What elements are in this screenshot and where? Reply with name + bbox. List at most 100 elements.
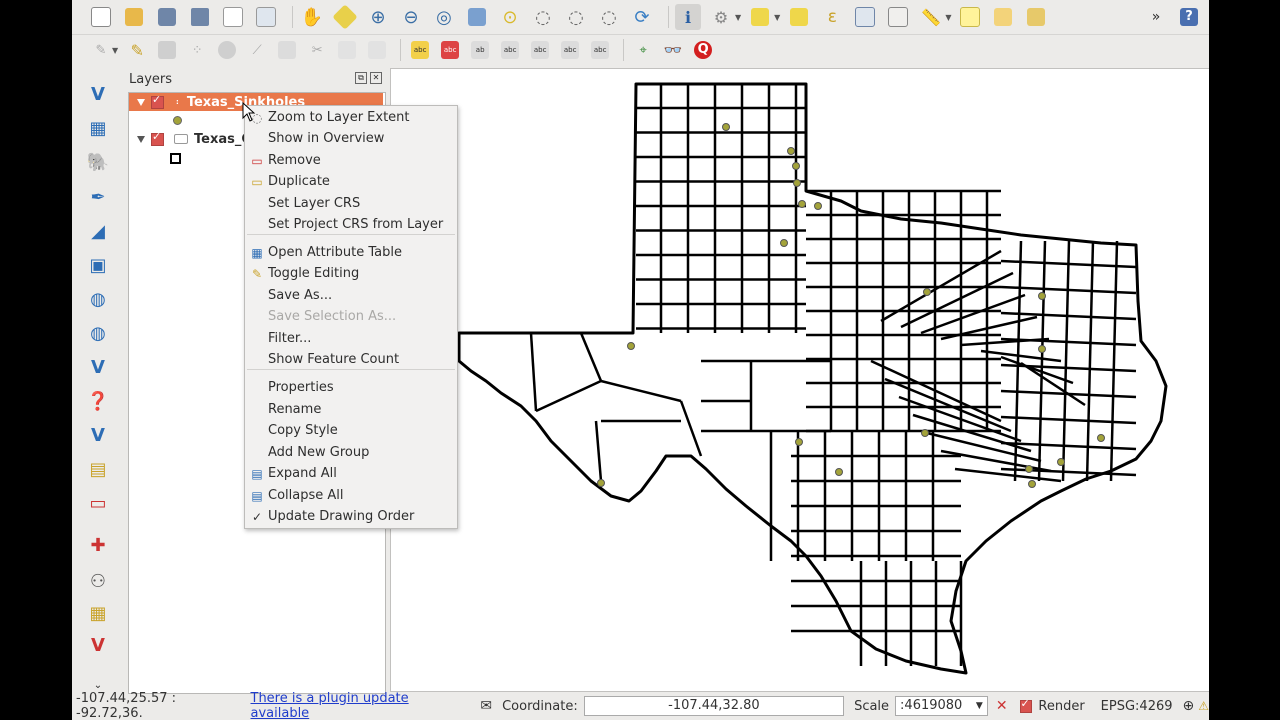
add-vector-layer-icon[interactable]: V [85,81,111,107]
coordinate-field[interactable]: -107.44,32.80 [583,696,845,716]
menu-item-open-attribute-table[interactable]: ▦ Open Attribute Table [245,242,457,263]
help-icon[interactable]: ? [1176,4,1202,30]
menu-item-rename[interactable]: Rename [245,399,457,420]
menu-item-filter[interactable]: Filter... [245,328,457,349]
open-project-icon[interactable] [121,4,147,30]
zoom-full-icon[interactable] [464,4,490,30]
menu-item-update-drawing-order[interactable]: ✓ Update Drawing Order [245,506,457,527]
add-wfs-layer-icon[interactable]: V [85,354,111,380]
select-features-icon[interactable] [747,4,773,30]
new-bookmark-icon[interactable] [990,4,1016,30]
add-spatialite-layer-icon[interactable]: ✒ [85,184,111,210]
crs-status[interactable]: EPSG:4269 [1101,699,1173,714]
save-project-icon[interactable] [154,4,180,30]
menu-item-set-project-crs-from-layer[interactable]: Set Project CRS from Layer [245,214,457,235]
delete-selected-icon[interactable] [274,37,300,63]
zoom-in-icon[interactable]: ⊕ [365,4,391,30]
virtual-layer-icon[interactable]: V [85,632,111,658]
menu-item-copy-style[interactable]: Copy Style [245,420,457,441]
attribute-table-icon[interactable] [852,4,878,30]
add-wms-layer-icon[interactable]: ◍ [85,286,111,312]
refresh-icon[interactable]: ⟳ [629,4,655,30]
expression-icon[interactable]: ε [819,4,845,30]
cut-features-icon[interactable]: ✂ [304,37,330,63]
menu-item-add-new-group[interactable]: Add New Group [245,442,457,463]
pan-to-selection-icon[interactable] [332,4,358,30]
label-properties-icon[interactable]: abc [587,37,613,63]
digitize-icon[interactable]: ⚇ [85,568,111,594]
quick-osm-icon[interactable]: Q [690,37,716,63]
action-icon[interactable]: ⚙ [708,4,734,30]
add-gpx-icon[interactable]: ✚ [85,532,111,558]
add-wcs-layer-icon[interactable]: ◍ [85,320,111,346]
label-tool-icon[interactable]: abc [407,37,433,63]
menu-item-properties[interactable]: Properties [245,377,457,398]
add-oracle-layer-icon[interactable]: ▣ [85,252,111,278]
scale-combobox[interactable]: :4619080 ▼ [895,696,988,716]
georef-icon[interactable]: ⌖ [630,37,656,63]
toolbar-overflow-icon[interactable]: » [1143,4,1169,30]
composer-manager-icon[interactable] [253,4,279,30]
new-shapefile-icon[interactable]: V [85,422,111,448]
label-move-icon[interactable]: ab [467,37,493,63]
statistics-icon[interactable] [885,4,911,30]
move-feature-icon[interactable] [214,37,240,63]
paste-features-icon[interactable] [364,37,390,63]
add-postgis-layer-icon[interactable]: 🐘 [85,149,111,175]
layer-visibility-checkbox[interactable] [151,93,164,109]
map-tips-icon[interactable] [957,4,983,30]
plugin-update-link[interactable]: There is a plugin update available [251,691,469,720]
remove-layer-icon[interactable]: ▭ [85,490,111,516]
save-edits-icon[interactable] [154,37,180,63]
stop-render-icon[interactable]: ✕ [996,698,1008,714]
texas-counties-map[interactable] [391,69,1209,691]
float-panel-icon[interactable]: ⧉ [355,72,367,84]
add-feature-icon[interactable]: ⁘ [184,37,210,63]
show-bookmarks-icon[interactable] [1023,4,1049,30]
merge-icon[interactable]: ▦ [85,600,111,626]
zoom-layer-icon[interactable]: ◌ [530,4,556,30]
label-change-icon[interactable]: abc [557,37,583,63]
save-as-icon[interactable] [187,4,213,30]
new-project-icon[interactable] [88,4,114,30]
node-tool-icon[interactable]: ⟋ [244,37,270,63]
pan-hand-icon[interactable]: ✋ [299,4,325,30]
add-mssql-layer-icon[interactable]: ◢ [85,218,111,244]
menu-item-save-as[interactable]: Save As... [245,285,457,306]
render-checkbox[interactable] [1019,697,1033,713]
zoom-last-icon[interactable]: ◌ [563,4,589,30]
new-spatialite-icon[interactable]: ▤ [85,456,111,482]
label-rotate-icon[interactable]: abc [527,37,553,63]
crs-globe-icon[interactable]: ⊕ [1183,698,1195,714]
new-print-composer-icon[interactable] [220,4,246,30]
map-canvas[interactable] [390,68,1209,692]
menu-item-toggle-editing[interactable]: ✎ Toggle Editing [245,263,457,284]
zoom-native-icon[interactable]: ◎ [431,4,457,30]
add-raster-layer-icon[interactable]: ▦ [85,115,111,141]
menu-item-show-in-overview[interactable]: Show in Overview [245,128,457,149]
menu-item-expand-all[interactable]: ▤ Expand All [245,463,457,484]
binoculars-icon[interactable]: 👓 [660,37,686,63]
zoom-selection-icon[interactable]: ⊙ [497,4,523,30]
warning-icon[interactable]: ⚠ [1198,699,1209,713]
menu-item-remove[interactable]: ▭ Remove [245,150,457,171]
menu-item-duplicate[interactable]: ▭ Duplicate [245,171,457,192]
menu-item-set-layer-crs[interactable]: Set Layer CRS [245,193,457,214]
menu-item-collapse-all[interactable]: ▤ Collapse All [245,485,457,506]
expand-arrow-icon[interactable] [137,98,145,106]
expand-arrow-icon[interactable] [137,135,145,143]
deselect-icon[interactable] [786,4,812,30]
measure-icon[interactable]: 📏 [918,4,944,30]
zoom-out-icon[interactable]: ⊖ [398,4,424,30]
label-pin-icon[interactable]: abc [437,37,463,63]
close-panel-icon[interactable]: ✕ [370,72,382,84]
toggle-editing-icon[interactable]: ✎ [124,37,150,63]
current-edits-icon[interactable]: ✎ [88,37,114,63]
label-show-hide-icon[interactable]: abc [497,37,523,63]
menu-item-zoom-to-layer-extent[interactable]: ◌ Zoom to Layer Extent [245,107,457,128]
menu-item-show-feature-count[interactable]: Show Feature Count [245,349,457,370]
zoom-next-icon[interactable]: ◌ [596,4,622,30]
identify-icon[interactable]: ℹ [675,4,701,30]
add-delimited-text-icon[interactable]: ❓ [85,388,111,414]
layer-visibility-checkbox[interactable] [151,130,164,146]
